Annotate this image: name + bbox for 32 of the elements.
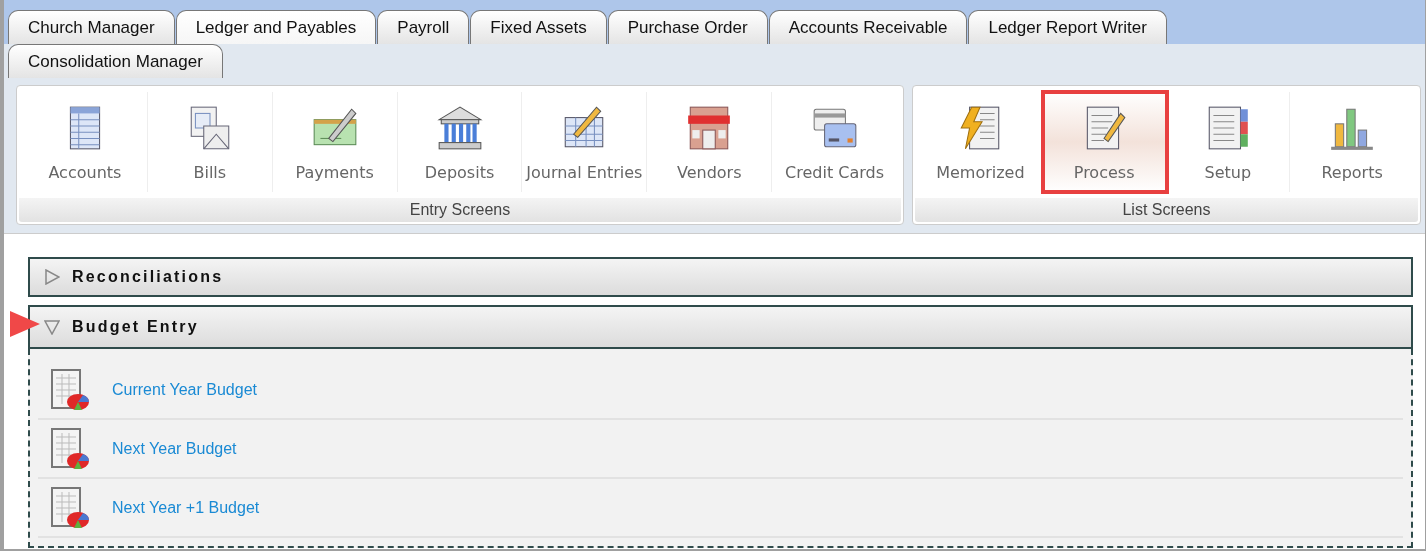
module-tab[interactable]: Accounts Receivable (768, 10, 968, 44)
section-header[interactable]: Reconciliations (28, 257, 1413, 297)
module-tab[interactable]: Consolidation Manager (8, 44, 223, 78)
section-header[interactable]: Budget Entry (28, 305, 1413, 349)
section-title: Reconciliations (72, 268, 224, 286)
module-tab[interactable]: Ledger and Payables (175, 10, 377, 44)
module-tab[interactable]: Purchase Order (607, 10, 768, 44)
toolbar-button[interactable]: Vendors (647, 92, 773, 192)
toolbar-button[interactable]: Credit Cards (772, 92, 897, 192)
toolbar-button[interactable]: Payments (272, 92, 398, 192)
toolbar-button[interactable]: Process (1042, 92, 1167, 192)
toolbar-button[interactable]: Bills (147, 92, 273, 192)
panel-label: List Screens (915, 198, 1418, 222)
budget-link[interactable]: Next Year Budget (112, 439, 237, 458)
module-tab[interactable]: Ledger Report Writer (968, 10, 1167, 44)
toolbar-button[interactable]: Reports (1290, 92, 1414, 192)
sheet-pie-icon (50, 485, 90, 530)
module-tab[interactable]: Payroll (377, 10, 470, 44)
expanded-triangle-icon (44, 319, 60, 335)
section-title: Budget Entry (72, 318, 199, 336)
budget-link[interactable]: Next Year +1 Budget (112, 498, 260, 517)
module-tab[interactable]: Church Manager (8, 10, 175, 44)
toolbar-button[interactable]: Journal Entries (522, 92, 648, 192)
toolbar-button[interactable]: Setup (1166, 92, 1291, 192)
toolbar-button[interactable]: Deposits (397, 92, 523, 192)
panel-label: Entry Screens (19, 198, 901, 222)
collapsed-triangle-icon (44, 269, 60, 285)
module-tab[interactable]: Fixed Assets (470, 10, 607, 44)
sheet-pie-icon (50, 367, 90, 412)
budget-link[interactable]: Current Year Budget (112, 380, 257, 399)
toolbar-button[interactable]: Accounts (23, 92, 148, 192)
sheet-pie-icon (50, 426, 90, 471)
